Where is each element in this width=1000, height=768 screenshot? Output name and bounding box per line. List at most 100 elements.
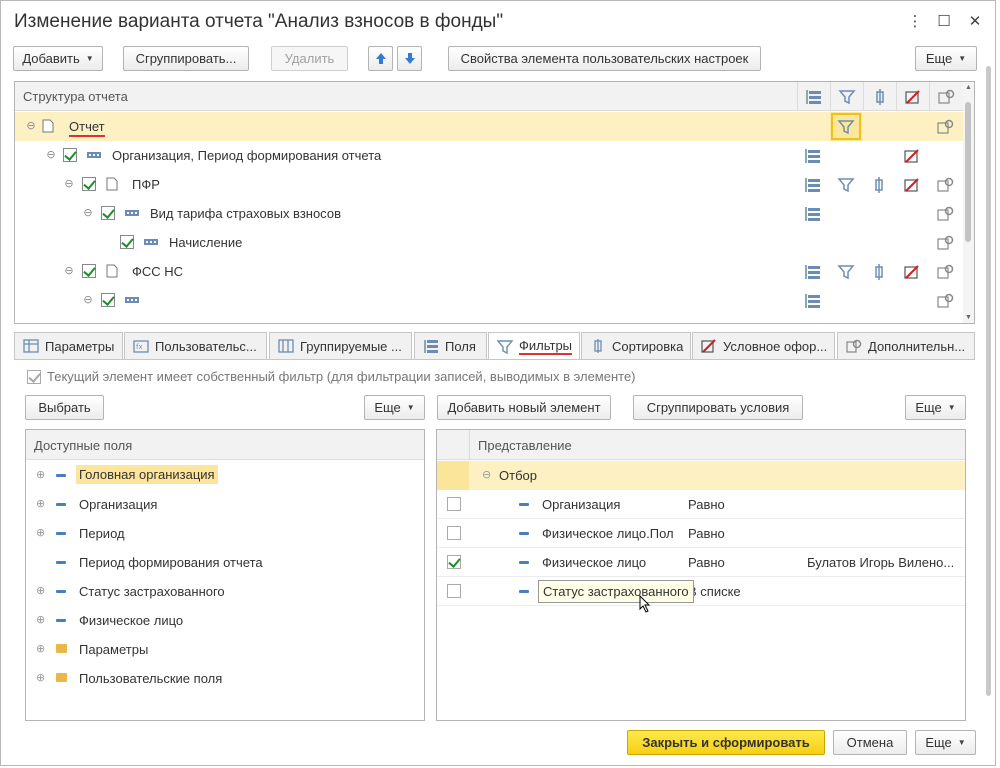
row-checkbox[interactable]: [101, 293, 115, 307]
settings-cell-icon[interactable]: [929, 228, 961, 257]
tree-row-tariff-type[interactable]: ⊖ Вид тарифа страховых взносов: [15, 199, 965, 228]
fields-cell-icon[interactable]: [797, 257, 829, 286]
conditional-appearance-cell-icon[interactable]: [896, 141, 928, 170]
more-button-right[interactable]: Еще ▼: [905, 395, 966, 420]
tab-user-fields[interactable]: fx Пользовательс...: [124, 332, 267, 359]
add-button[interactable]: Добавить ▼: [13, 46, 103, 71]
settings-cell-icon[interactable]: [929, 170, 961, 199]
element-properties-button[interactable]: Свойства элемента пользовательских настр…: [448, 46, 761, 71]
filter-operator[interactable]: В списке: [688, 584, 741, 599]
collapse-icon[interactable]: ⊖: [63, 265, 75, 277]
row-checkbox[interactable]: [101, 206, 115, 220]
settings-cell-icon[interactable]: [929, 257, 961, 286]
more-button-top[interactable]: Еще ▼: [915, 46, 977, 71]
expand-icon[interactable]: ⊕: [36, 526, 45, 539]
tab-parameters[interactable]: Параметры: [14, 332, 123, 359]
order-cell-icon[interactable]: [863, 257, 895, 286]
tab-conditional-appearance[interactable]: Условное офор...: [692, 332, 835, 359]
row-checkbox[interactable]: [120, 235, 134, 249]
own-filter-checkbox[interactable]: Текущий элемент имеет собственный фильтр…: [27, 369, 636, 384]
collapse-icon[interactable]: ⊖: [63, 178, 75, 190]
row-checkbox[interactable]: [82, 177, 96, 191]
row-checkbox[interactable]: [63, 148, 77, 162]
filter-operator[interactable]: Равно: [688, 555, 725, 570]
collapse-icon[interactable]: ⊖: [482, 468, 491, 481]
order-cell-icon[interactable]: [863, 170, 895, 199]
structure-scrollbar[interactable]: ▲ ▼: [963, 82, 974, 323]
move-up-button[interactable]: [368, 46, 393, 71]
tree-row-report[interactable]: ⊖ Отчет: [15, 112, 965, 141]
field-item[interactable]: ⊕ Период: [26, 519, 424, 548]
filter-row-checkbox[interactable]: [447, 526, 461, 540]
fields-column-icon[interactable]: [797, 82, 829, 111]
more-menu-icon[interactable]: ⋮: [904, 11, 926, 33]
filter-row-checkbox[interactable]: [447, 555, 461, 569]
group-conditions-button[interactable]: Сгруппировать условия: [633, 395, 803, 420]
filter-row[interactable]: Организация Равно: [437, 490, 965, 519]
field-item[interactable]: Период формирования отчета: [26, 548, 424, 577]
expand-icon[interactable]: ⊕: [36, 642, 45, 655]
fields-cell-icon[interactable]: [797, 141, 829, 170]
filter-operator[interactable]: Равно: [688, 526, 725, 541]
group-button[interactable]: Сгруппировать...: [123, 46, 249, 71]
expand-icon[interactable]: ⊕: [36, 584, 45, 597]
collapse-icon[interactable]: ⊖: [82, 294, 94, 306]
filter-row[interactable]: В списке: [437, 577, 965, 606]
filter-row[interactable]: Физическое лицо.Пол Равно: [437, 519, 965, 548]
close-icon[interactable]: ✕: [964, 11, 986, 33]
filter-column-icon[interactable]: [830, 82, 862, 111]
settings-cell-icon[interactable]: [929, 199, 961, 228]
filter-operator[interactable]: Равно: [688, 497, 725, 512]
more-button-left[interactable]: Еще ▼: [364, 395, 425, 420]
add-new-element-button[interactable]: Добавить новый элемент: [437, 395, 611, 420]
tree-row-fss-ns[interactable]: ⊖ ФСС НС: [15, 257, 965, 286]
settings-cell-icon[interactable]: [929, 112, 961, 141]
expand-icon[interactable]: ⊕: [36, 468, 45, 481]
conditional-appearance-column-icon[interactable]: [896, 82, 928, 111]
tree-row-organization-period[interactable]: ⊖ Организация, Период формирования отчет…: [15, 141, 965, 170]
scroll-down-icon[interactable]: ▼: [964, 314, 973, 321]
tab-grouping-fields[interactable]: Группируемые ...: [269, 332, 412, 359]
field-item[interactable]: ⊕ Параметры: [26, 635, 424, 664]
collapse-icon[interactable]: ⊖: [25, 120, 37, 132]
filter-cell-icon[interactable]: [830, 170, 862, 199]
tree-row-accrual[interactable]: Начисление: [15, 228, 965, 257]
expand-icon[interactable]: ⊕: [36, 671, 45, 684]
settings-cell-icon[interactable]: [929, 286, 961, 315]
dialog-scroll-thumb[interactable]: [986, 66, 991, 696]
tree-row-pfr[interactable]: ⊖ ПФР: [15, 170, 965, 199]
maximize-icon[interactable]: ☐: [933, 11, 955, 33]
fields-cell-icon[interactable]: [797, 170, 829, 199]
tab-fields[interactable]: Поля: [414, 332, 487, 359]
field-item[interactable]: ⊕ Статус застрахованного: [26, 577, 424, 606]
field-item[interactable]: ⊕ Организация: [26, 490, 424, 519]
filter-group-row[interactable]: ⊖ Отбор: [437, 461, 965, 490]
order-column-icon[interactable]: [863, 82, 895, 111]
collapse-icon[interactable]: ⊖: [45, 149, 57, 161]
close-and-generate-button[interactable]: Закрыть и сформировать: [627, 730, 825, 755]
settings-column-icon[interactable]: [929, 82, 961, 111]
own-filter-check[interactable]: [27, 369, 41, 384]
tab-filters[interactable]: Фильтры: [488, 332, 580, 360]
row-checkbox[interactable]: [82, 264, 96, 278]
expand-icon[interactable]: ⊕: [36, 613, 45, 626]
filter-row-checkbox[interactable]: [447, 497, 461, 511]
field-item[interactable]: ⊕ Физическое лицо: [26, 606, 424, 635]
select-button[interactable]: Выбрать: [25, 395, 104, 420]
conditional-appearance-cell-icon[interactable]: [896, 257, 928, 286]
delete-button[interactable]: Удалить: [271, 46, 348, 71]
scroll-up-icon[interactable]: ▲: [964, 84, 973, 91]
move-down-button[interactable]: [397, 46, 422, 71]
tree-row-unnamed-grouping[interactable]: ⊖: [15, 286, 965, 315]
field-item[interactable]: ⊕ Головная организация: [26, 461, 424, 490]
conditional-appearance-cell-icon[interactable]: [896, 170, 928, 199]
filter-cell-icon[interactable]: [830, 257, 862, 286]
collapse-icon[interactable]: ⊖: [82, 207, 94, 219]
filter-value[interactable]: Булатов Игорь Вилено...: [807, 555, 954, 570]
tab-sorting[interactable]: Сортировка: [581, 332, 691, 359]
more-button-footer[interactable]: Еще ▼: [915, 730, 976, 755]
filter-row-checkbox[interactable]: [447, 584, 461, 598]
scroll-thumb[interactable]: [965, 102, 971, 242]
cancel-button[interactable]: Отмена: [833, 730, 907, 755]
field-item[interactable]: ⊕ Пользовательские поля: [26, 664, 424, 693]
